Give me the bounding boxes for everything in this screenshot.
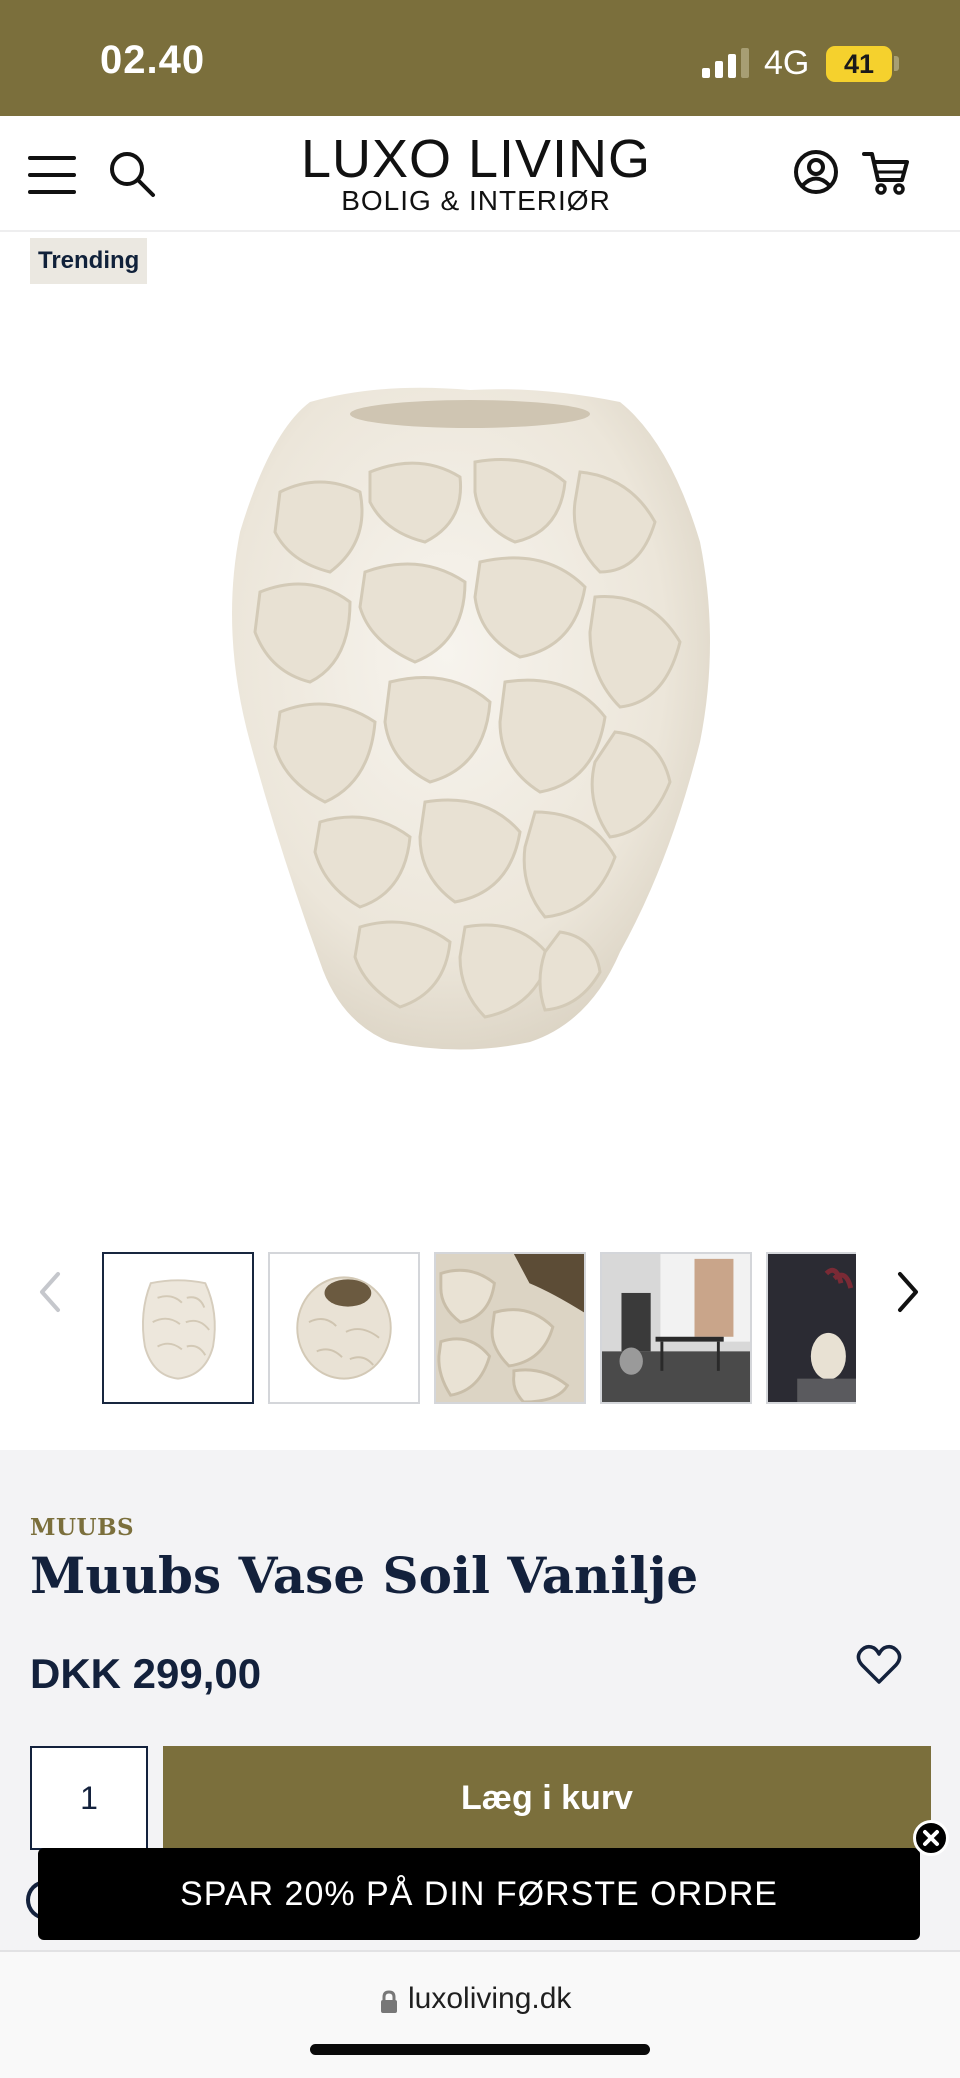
product-gallery: Trending xyxy=(0,232,960,1450)
signal-icon xyxy=(702,48,749,78)
promo-banner[interactable]: SPAR 20% PÅ DIN FØRSTE ORDRE xyxy=(38,1848,920,1940)
browser-url-bar[interactable]: luxoliving.dk xyxy=(0,1950,960,2078)
battery-indicator: 41 xyxy=(826,46,892,82)
status-time: 02.40 xyxy=(100,38,206,82)
quantity-input[interactable]: 1 xyxy=(30,1746,148,1850)
battery-nub xyxy=(894,56,899,71)
add-to-cart-button[interactable]: Læg i kurv xyxy=(163,1746,931,1850)
thumbnail-vase-closeup[interactable] xyxy=(434,1252,586,1404)
heart-icon[interactable] xyxy=(856,1644,902,1686)
site-logo[interactable]: LUXO LIVING BOLIG & INTERIØR xyxy=(272,132,680,215)
cart-icon[interactable] xyxy=(862,148,910,196)
gallery-next-chevron-icon[interactable] xyxy=(890,1270,924,1314)
product-image-vase[interactable] xyxy=(200,382,760,1062)
logo-subtitle: BOLIG & INTERIØR xyxy=(341,185,611,216)
thumbnail-interior-dark[interactable] xyxy=(766,1252,856,1404)
status-bar: 02.40 4G 41 xyxy=(0,0,960,116)
thumbnail-vase-front[interactable] xyxy=(102,1252,254,1404)
thumbnail-interior-room[interactable] xyxy=(600,1252,752,1404)
gallery-prev-chevron-icon[interactable] xyxy=(34,1270,68,1314)
product-brand[interactable]: MUUBS xyxy=(30,1514,134,1541)
close-icon[interactable] xyxy=(913,1820,949,1856)
site-header: LUXO LIVING BOLIG & INTERIØR xyxy=(0,116,960,232)
thumbnail-vase-top[interactable] xyxy=(268,1252,420,1404)
network-label: 4G xyxy=(764,44,810,82)
logo-title: LUXO LIVING xyxy=(300,129,652,189)
home-indicator[interactable] xyxy=(310,2044,650,2055)
product-title: Muubs Vase Soil Vanilje xyxy=(30,1546,699,1605)
lock-icon xyxy=(381,1990,397,2013)
hamburger-menu-icon[interactable] xyxy=(28,154,76,196)
trending-badge: Trending xyxy=(30,238,148,284)
url-text: luxoliving.dk xyxy=(408,1982,572,2015)
search-icon[interactable] xyxy=(108,150,156,198)
account-icon[interactable] xyxy=(792,148,840,196)
product-price: DKK 299,00 xyxy=(30,1650,262,1697)
thumbnail-strip xyxy=(102,1252,856,1404)
